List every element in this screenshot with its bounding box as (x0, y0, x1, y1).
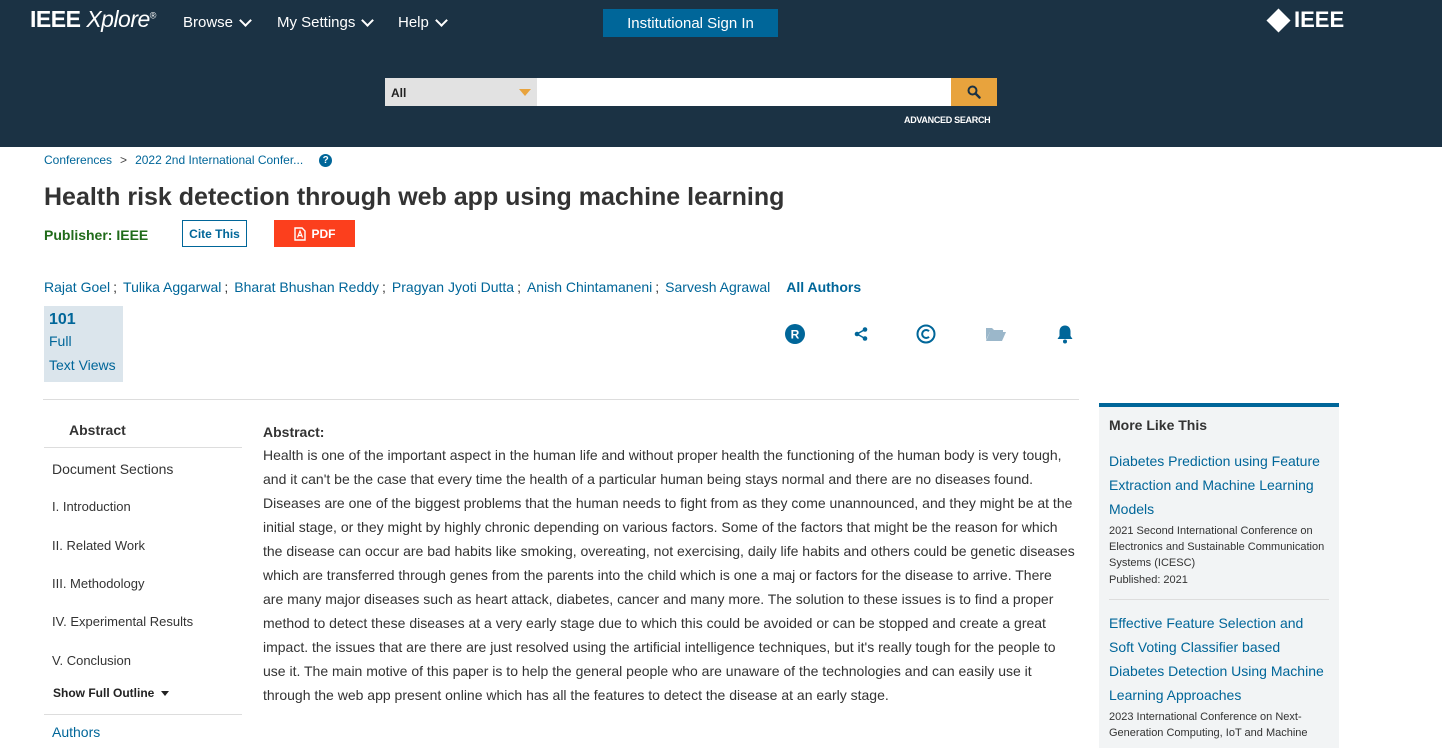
search-bar: All (385, 78, 997, 106)
author-link[interactable]: Rajat Goel (44, 279, 110, 295)
chevron-down-icon (361, 13, 375, 27)
related-article-venue: 2023 International Conference on Next-Ge… (1109, 711, 1308, 739)
related-article: Effective Feature Selection and Soft Vot… (1109, 611, 1329, 741)
author-list: Rajat Goel; Tulika Aggarwal; Bharat Bhus… (44, 279, 862, 295)
breadcrumb-conferences[interactable]: Conferences (44, 153, 112, 167)
article-title: Health risk detection through web app us… (44, 183, 785, 211)
search-input[interactable] (537, 78, 951, 106)
institutional-sign-in-button[interactable]: Institutional Sign In (603, 9, 778, 37)
ieee-diamond-icon (1266, 7, 1291, 33)
related-article-published: Published: 2021 (1109, 574, 1188, 586)
ieee-xplore-logo[interactable]: IEEE Xplore® (30, 6, 156, 33)
nav-help[interactable]: Help (398, 13, 448, 31)
registered-icon[interactable]: R (784, 323, 806, 345)
related-article-title[interactable]: Diabetes Prediction using Feature Extrac… (1109, 449, 1329, 521)
chevron-down-icon (434, 13, 448, 27)
publisher-label: Publisher: IEEE (44, 227, 149, 243)
all-authors-link[interactable]: All Authors (786, 279, 861, 295)
section-link[interactable]: II. Related Work (52, 538, 145, 553)
related-article-venue: 2021 Second International Conference on … (1109, 525, 1325, 569)
document-sidebar: Abstract Document Sections I. Introducti… (44, 414, 242, 740)
metric-count: 101 (49, 311, 76, 328)
search-icon (967, 85, 981, 99)
related-article-title[interactable]: Effective Feature Selection and Soft Vot… (1109, 611, 1329, 707)
full-text-views-metric: 101 Full Text Views (44, 306, 123, 382)
search-scope-select[interactable]: All (385, 78, 537, 106)
copyright-icon[interactable] (915, 323, 937, 345)
breadcrumb: Conferences > 2022 2nd International Con… (44, 153, 333, 167)
pdf-icon (293, 226, 306, 241)
section-divider (43, 399, 1079, 400)
section-link[interactable]: IV. Experimental Results (52, 614, 193, 629)
pdf-button[interactable]: PDF (274, 220, 355, 247)
breadcrumb-conference[interactable]: 2022 2nd International Confer... (135, 153, 303, 167)
sidebar-divider (44, 714, 242, 715)
more-like-this-heading: More Like This (1109, 417, 1208, 433)
sidebar-authors-link[interactable]: Authors (52, 724, 100, 740)
chevron-down-icon (239, 13, 252, 27)
section-link[interactable]: V. Conclusion (52, 653, 131, 668)
cite-this-button[interactable]: Cite This (182, 220, 247, 247)
document-sections-heading: Document Sections (52, 461, 174, 477)
advanced-search-link[interactable]: ADVANCED SEARCH (904, 115, 991, 125)
nav-browse[interactable]: Browse (183, 13, 252, 31)
metric-label: Text Views (49, 357, 116, 373)
help-icon[interactable]: ? (319, 153, 333, 167)
panel-divider (1109, 599, 1329, 600)
breadcrumb-separator: > (120, 153, 128, 167)
share-icon[interactable] (850, 323, 872, 345)
ieee-logo[interactable]: IEEE (1266, 7, 1344, 33)
author-link[interactable]: Anish Chintamaneni (527, 279, 652, 295)
dropdown-arrow-icon (519, 89, 531, 96)
show-full-outline-link[interactable]: Show Full Outline (53, 686, 169, 700)
svg-text:R: R (791, 328, 800, 342)
search-button[interactable] (951, 78, 997, 106)
abstract-text: Health is one of the important aspect in… (263, 447, 1075, 703)
author-link[interactable]: Sarvesh Agrawal (665, 279, 770, 295)
tab-abstract[interactable]: Abstract (44, 414, 242, 448)
section-link[interactable]: I. Introduction (52, 499, 131, 514)
author-link[interactable]: Bharat Bhushan Reddy (234, 279, 379, 295)
abstract-label: Abstract: (263, 424, 325, 440)
more-like-this-panel: More Like This Diabetes Prediction using… (1099, 403, 1339, 748)
folder-icon[interactable] (985, 323, 1007, 345)
bell-icon[interactable] (1054, 323, 1076, 345)
nav-my-settings[interactable]: My Settings (277, 13, 375, 31)
author-link[interactable]: Tulika Aggarwal (123, 279, 221, 295)
caret-down-icon (160, 691, 169, 697)
metric-label: Full (49, 333, 72, 349)
author-link[interactable]: Pragyan Jyoti Dutta (392, 279, 514, 295)
related-article: Diabetes Prediction using Feature Extrac… (1109, 449, 1329, 586)
section-link[interactable]: III. Methodology (52, 576, 145, 591)
site-header: IEEE Xplore® Browse My Settings Help Ins… (0, 0, 1442, 147)
